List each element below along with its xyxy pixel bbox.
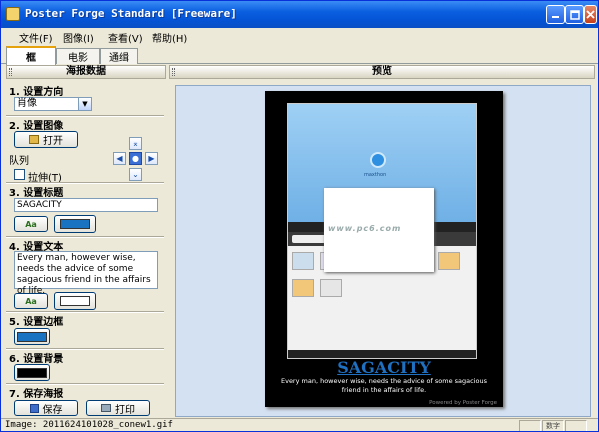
close-button[interactable]	[584, 5, 597, 24]
text-color-swatch	[60, 296, 90, 306]
print-button[interactable]: 打印	[86, 400, 150, 416]
font-icon: Aa	[25, 219, 37, 229]
tab-wanted[interactable]: 通缉	[100, 48, 138, 64]
panel-header-label: 海报数据	[66, 66, 106, 77]
chevron-down-icon: ▼	[78, 98, 91, 110]
minimize-icon	[552, 16, 559, 18]
preview-area: maxthon www.pc6.com SAGACITY Every man, …	[175, 85, 591, 417]
window-title: Poster Forge Standard [Freeware]	[25, 7, 237, 20]
save-icon	[29, 403, 39, 413]
menu-bar: 文件(F) 图像(I) 查看(V) 帮助(H)	[1, 28, 598, 46]
save-heading: 7. 保存海报	[9, 389, 64, 400]
print-icon	[101, 404, 111, 412]
open-image-button[interactable]: 打开	[14, 131, 78, 148]
status-pane	[565, 420, 587, 431]
orientation-select[interactable]: 肖像 ▼	[14, 97, 92, 111]
status-bar: Image: 2011624101028_conew1.gif 数字	[1, 418, 598, 431]
move-left-button[interactable]: ◀	[113, 152, 126, 165]
poster-title: SAGACITY	[337, 358, 431, 377]
move-right-button[interactable]: ▶	[145, 152, 158, 165]
maxthon-logo-icon	[370, 152, 386, 168]
image-heading: 2. 设置图像	[9, 121, 64, 132]
app-window: Poster Forge Standard [Freeware] 文件(F) 图…	[0, 0, 599, 432]
title-color-swatch	[60, 219, 90, 229]
text-input[interactable]: Every man, however wise, needs the advic…	[14, 251, 158, 296]
queue-label: 队列	[9, 156, 29, 167]
preview-panel: 预览 maxthon www.pc6.com SAGACITY Every ma…	[169, 65, 595, 418]
status-num: 数字	[542, 420, 564, 431]
poster-data-panel: 海报数据 1. 设置方向 肖像 ▼ 2. 设置图像 打开 ⌅ 队列 ◀ ● ▶ …	[6, 65, 166, 418]
background-color-swatch	[17, 367, 47, 378]
orientation-heading: 1. 设置方向	[9, 87, 64, 98]
maximize-icon	[569, 9, 580, 20]
title-font-button[interactable]: Aa	[14, 216, 48, 232]
close-icon	[586, 10, 595, 19]
border-color-swatch	[17, 331, 47, 342]
tab-movie[interactable]: 电影	[56, 48, 100, 64]
poster-image: maxthon www.pc6.com	[287, 103, 477, 359]
font-icon: Aa	[25, 296, 37, 306]
border-heading: 5. 设置边框	[9, 317, 64, 328]
open-label: 打开	[43, 136, 63, 147]
app-icon	[6, 7, 20, 21]
status-text: Image: 2011624101028_conew1.gif	[5, 420, 173, 430]
orientation-value: 肖像	[17, 98, 37, 109]
minimize-button[interactable]	[546, 5, 565, 24]
watermark: www.pc6.com	[328, 224, 402, 233]
poster: maxthon www.pc6.com SAGACITY Every man, …	[265, 91, 503, 407]
move-bottom-button[interactable]: ⌄	[129, 168, 142, 181]
text-color-button[interactable]	[54, 292, 96, 310]
menu-view[interactable]: 查看(V)	[108, 30, 143, 45]
menu-file[interactable]: 文件(F)	[19, 30, 53, 45]
panel-header: 海报数据	[6, 65, 166, 79]
menu-image[interactable]: 图像(I)	[63, 30, 94, 45]
status-pane	[519, 420, 541, 431]
stretch-checkbox[interactable]	[14, 169, 25, 180]
move-top-button[interactable]: ⌅	[129, 137, 142, 150]
save-button[interactable]: 保存	[14, 400, 78, 416]
title-heading: 3. 设置标题	[9, 188, 64, 199]
print-label: 打印	[115, 404, 135, 416]
preview-header-label: 预览	[372, 66, 392, 77]
folder-icon	[29, 135, 39, 144]
background-color-button[interactable]	[14, 364, 50, 381]
tab-strip: 框 电影 通缉	[1, 46, 598, 65]
preview-header: 预览	[169, 65, 595, 79]
text-font-button[interactable]: Aa	[14, 293, 48, 309]
border-color-button[interactable]	[14, 328, 50, 345]
poster-text: Every man, however wise, needs the advic…	[280, 377, 487, 394]
title-bar[interactable]: Poster Forge Standard [Freeware]	[1, 1, 598, 28]
tab-frame[interactable]: 框	[6, 46, 56, 65]
save-label: 保存	[42, 404, 63, 416]
powered-by: Powered by Poster Forge	[429, 400, 497, 406]
title-color-button[interactable]	[54, 215, 96, 233]
center-button[interactable]: ●	[129, 152, 142, 165]
title-input[interactable]: SAGACITY	[14, 198, 158, 212]
maxthon-caption: maxthon	[364, 172, 387, 178]
maximize-button[interactable]	[565, 5, 584, 24]
menu-help[interactable]: 帮助(H)	[152, 30, 187, 45]
background-heading: 6. 设置背景	[9, 354, 64, 365]
